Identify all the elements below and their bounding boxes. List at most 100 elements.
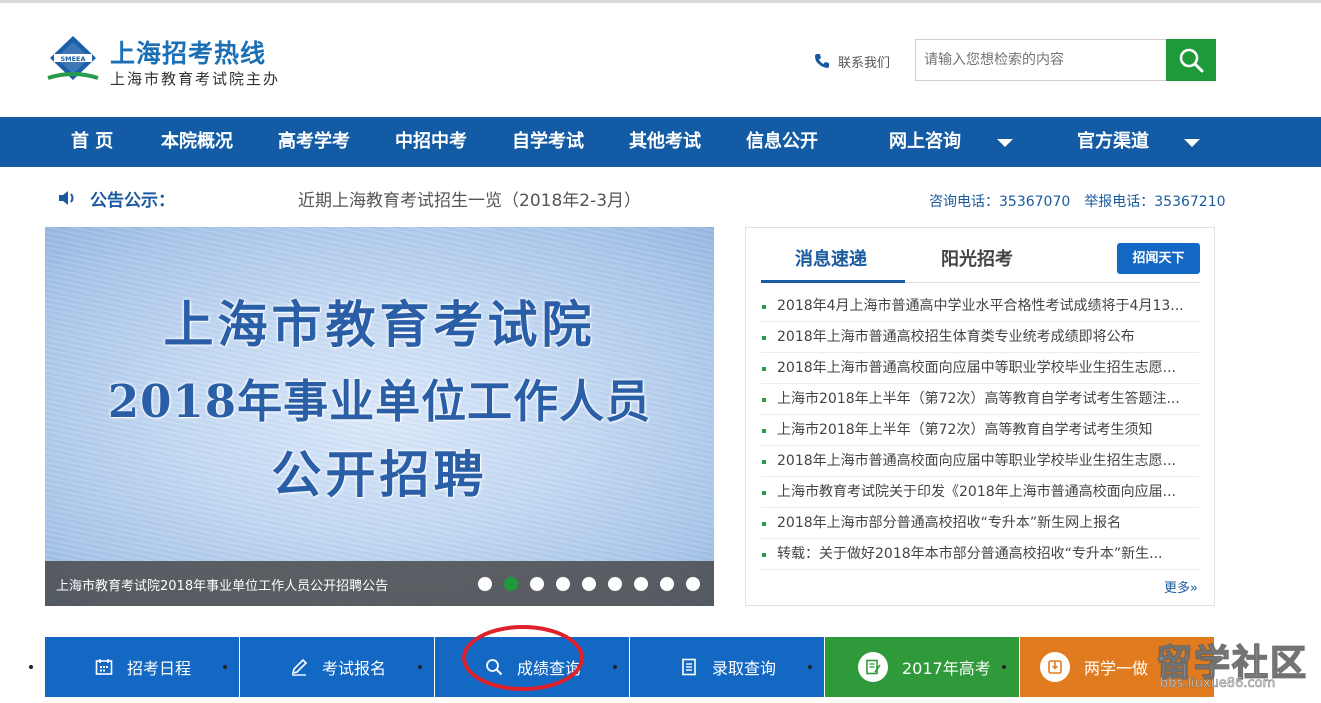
bullet-icon <box>762 522 766 526</box>
nav-item-other-exams[interactable]: 其他考试 <box>629 117 701 167</box>
separator-dot <box>1002 665 1006 669</box>
bullet-icon <box>762 305 766 309</box>
quick-link-gaokao-2017[interactable]: 2017年高考 <box>825 637 1019 697</box>
book-icon <box>1040 652 1070 682</box>
watermark: 留学社区 bbs.liuxue86.com <box>1150 636 1315 698</box>
bullet-icon <box>762 491 766 495</box>
news-item-title: 2018年上海市普通高校招生体育类专业统考成绩即将公布 <box>777 329 1135 345</box>
banner-carousel[interactable]: 上海市教育考试院 2018年事业单位工作人员 公开招聘 上海市教育考试院2018… <box>45 227 714 606</box>
news-item[interactable]: 2018年上海市普通高校招生体育类专业统考成绩即将公布 <box>761 322 1199 353</box>
news-item-title: 上海市教育考试院关于印发《2018年上海市普通高校面向应届... <box>777 484 1176 500</box>
chevron-down-icon[interactable] <box>997 139 1013 147</box>
active-tab-indicator <box>761 280 905 283</box>
contact-us-label: 联系我们 <box>838 55 891 71</box>
news-item-title: 转载：关于做好2018年本市部分普通高校招收“专升本”新生... <box>777 546 1163 562</box>
news-item-title: 上海市2018年上半年（第72次）高等教育自学考试考生答题注... <box>777 391 1180 407</box>
quick-link-label: 2017年高考 <box>902 659 991 678</box>
bullet-icon <box>762 553 766 557</box>
news-item[interactable]: 2018年上海市普通高校面向应届中等职业学校毕业生招生志愿... <box>761 353 1199 384</box>
notice-label: 公告公示： <box>90 191 175 211</box>
news-item-title: 2018年上海市普通高校面向应届中等职业学校毕业生招生志愿... <box>777 360 1176 376</box>
carousel-dot[interactable] <box>608 577 622 591</box>
hotline-info: 咨询电话：35367070 举报电话：35367210 <box>929 194 1226 210</box>
news-item[interactable]: 转载：关于做好2018年本市部分普通高校招收“专升本”新生... <box>761 539 1199 570</box>
bullet-icon <box>762 460 766 464</box>
separator-dot <box>29 665 33 669</box>
contact-us-link[interactable]: 联系我们 <box>814 51 890 71</box>
notepad-icon <box>858 652 888 682</box>
site-title: 上海招考热线 <box>110 39 267 68</box>
carousel-dot[interactable] <box>504 577 518 591</box>
carousel-dot[interactable] <box>530 577 544 591</box>
tab-sunshine-admissions[interactable]: 阳光招考 <box>941 245 1013 271</box>
nav-item-official-channels[interactable]: 官方渠道 <box>1077 117 1149 167</box>
carousel-dot[interactable] <box>686 577 700 591</box>
news-item[interactable]: 上海市教育考试院关于印发《2018年上海市普通高校面向应届... <box>761 477 1199 508</box>
chevron-down-icon[interactable] <box>1184 139 1200 147</box>
document-icon <box>682 658 696 676</box>
search-field[interactable] <box>915 39 1167 81</box>
top-border <box>0 0 1321 3</box>
quick-link-admission-query[interactable]: 录取查询 <box>630 637 824 697</box>
search-button[interactable] <box>1166 39 1216 81</box>
nav-item-zhongkao[interactable]: 中招中考 <box>395 117 467 167</box>
separator-dot <box>418 665 422 669</box>
news-item-title: 2018年上海市普通高校面向应届中等职业学校毕业生招生志愿... <box>777 453 1176 469</box>
quick-links-bar: 招考日程 考试报名 成绩查询 录取查询 2017年高考 两学一做 <box>29 637 1321 697</box>
quick-link-label: 录取查询 <box>712 659 777 678</box>
banner-headline-1: 上海市教育考试院 <box>163 295 596 354</box>
bullet-icon <box>762 429 766 433</box>
news-item[interactable]: 上海市2018年上半年（第72次）高等教育自学考试考生答题注... <box>761 384 1199 415</box>
quick-link-label: 招考日程 <box>127 659 192 678</box>
pencil-icon <box>291 658 308 676</box>
tab-news-express[interactable]: 消息速递 <box>795 245 867 271</box>
news-world-button[interactable]: 招闻天下 <box>1117 243 1200 274</box>
carousel-dot[interactable] <box>634 577 648 591</box>
quick-link-label: 考试报名 <box>322 659 387 678</box>
quick-link-registration[interactable]: 考试报名 <box>240 637 434 697</box>
bullet-icon <box>762 336 766 340</box>
news-item[interactable]: 上海市2018年上半年（第72次）高等教育自学考试考生须知 <box>761 415 1199 446</box>
nav-item-disclosure[interactable]: 信息公开 <box>746 117 818 167</box>
carousel-dots <box>478 577 700 591</box>
banner-caption[interactable]: 上海市教育考试院2018年事业单位工作人员公开招聘公告 <box>56 575 388 594</box>
site-logo[interactable]: SMEEA 上海招考热线 上海市教育考试院主办 <box>46 34 286 94</box>
banner-headline-2: 2018年事业单位工作人员 <box>107 375 652 428</box>
separator-dot <box>808 665 812 669</box>
news-item[interactable]: 2018年4月上海市普通高中学业水平合格性考试成绩将于4月13... <box>761 291 1199 322</box>
quick-link-schedule[interactable]: 招考日程 <box>45 637 239 697</box>
speaker-icon <box>59 191 74 205</box>
logo-badge-text: SMEEA <box>60 55 85 63</box>
news-list: 2018年4月上海市普通高中学业水平合格性考试成绩将于4月13... 2018年上… <box>761 291 1199 570</box>
separator-dot <box>613 665 617 669</box>
search-icon <box>1179 48 1204 73</box>
logo-emblem-icon: SMEEA <box>47 36 99 80</box>
tab-divider <box>905 282 1200 283</box>
carousel-dot[interactable] <box>582 577 596 591</box>
news-item-title: 上海市2018年上半年（第72次）高等教育自学考试考生须知 <box>777 422 1153 438</box>
more-link[interactable]: 更多» <box>1164 577 1198 596</box>
carousel-dot[interactable] <box>478 577 492 591</box>
separator-dot <box>223 665 227 669</box>
carousel-dot[interactable] <box>556 577 570 591</box>
red-annotation-circle <box>462 625 584 691</box>
bullet-icon <box>762 367 766 371</box>
nav-item-gaokao[interactable]: 高考学考 <box>278 117 350 167</box>
news-item[interactable]: 2018年上海市普通高校面向应届中等职业学校毕业生招生志愿... <box>761 446 1199 477</box>
news-panel: 消息速递 阳光招考 招闻天下 2018年4月上海市普通高中学业水平合格性考试成绩… <box>745 227 1215 606</box>
nav-item-home[interactable]: 首 页 <box>71 117 113 167</box>
search-input[interactable] <box>916 40 1167 80</box>
watermark-url: bbs.liuxue86.com <box>1160 676 1276 692</box>
nav-item-self-study[interactable]: 自学考试 <box>512 117 584 167</box>
nav-item-online-consult[interactable]: 网上咨询 <box>889 117 961 167</box>
carousel-dot[interactable] <box>660 577 674 591</box>
nav-item-about[interactable]: 本院概况 <box>161 117 233 167</box>
site-subtitle: 上海市教育考试院主办 <box>110 70 281 88</box>
bullet-icon <box>762 398 766 402</box>
news-item[interactable]: 2018年上海市部分普通高校招收“专升本”新生网上报名 <box>761 508 1199 539</box>
quick-link-label: 两学一做 <box>1084 659 1149 678</box>
banner-caption-bar: 上海市教育考试院2018年事业单位工作人员公开招聘公告 <box>45 561 714 606</box>
notice-scroll-link[interactable]: 近期上海教育考试招生一览（2018年2-3月） <box>298 186 641 211</box>
phone-icon <box>815 54 829 68</box>
news-item-title: 2018年4月上海市普通高中学业水平合格性考试成绩将于4月13... <box>777 298 1184 314</box>
